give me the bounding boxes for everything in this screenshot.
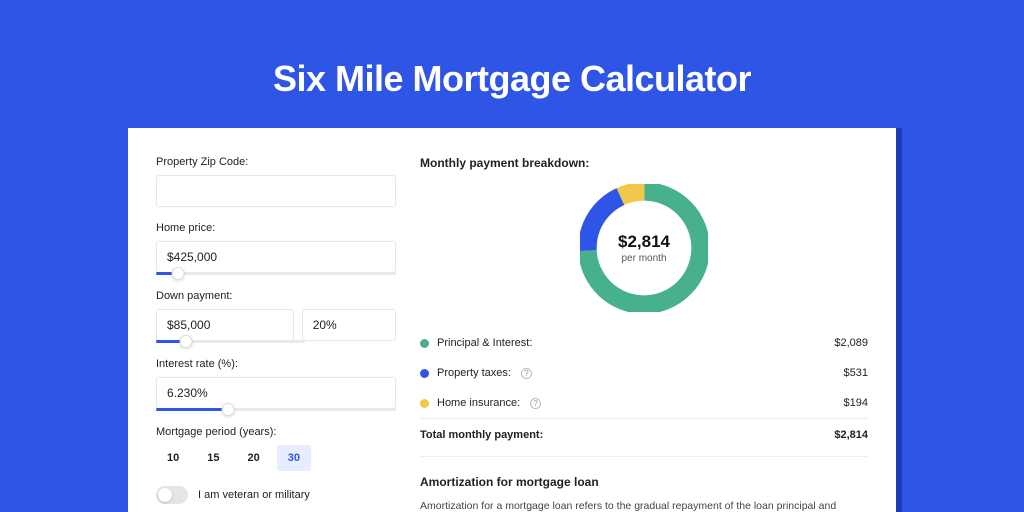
down-slider-thumb[interactable] bbox=[179, 335, 192, 348]
price-field: Home price: bbox=[156, 222, 396, 275]
legend-value: $531 bbox=[844, 367, 868, 379]
legend: Principal & Interest: $2,089 Property taxe… bbox=[420, 328, 868, 418]
breakdown-panel: Monthly payment breakdown: $2,814 per mo… bbox=[420, 156, 868, 512]
zip-label: Property Zip Code: bbox=[156, 156, 396, 168]
legend-value: $194 bbox=[844, 397, 868, 409]
zip-input[interactable] bbox=[156, 175, 396, 207]
amortization-body: Amortization for a mortgage loan refers … bbox=[420, 499, 868, 512]
price-input[interactable] bbox=[156, 241, 396, 273]
legend-dot-icon bbox=[420, 399, 429, 408]
total-row: Total monthly payment: $2,814 bbox=[420, 418, 868, 450]
page-title: Six Mile Mortgage Calculator bbox=[0, 0, 1024, 100]
period-field: Mortgage period (years): 1015 2030 bbox=[156, 426, 396, 471]
period-pill-20[interactable]: 20 bbox=[237, 445, 271, 471]
period-pill-15[interactable]: 15 bbox=[196, 445, 230, 471]
period-pills: 1015 2030 bbox=[156, 445, 396, 471]
donut-wrap: $2,814 per month bbox=[420, 184, 868, 312]
rate-field: Interest rate (%): bbox=[156, 358, 396, 411]
down-field: Down payment: bbox=[156, 290, 396, 343]
info-icon[interactable]: ? bbox=[530, 398, 541, 409]
down-label: Down payment: bbox=[156, 290, 396, 302]
down-slider[interactable] bbox=[156, 340, 305, 343]
rate-slider[interactable] bbox=[156, 408, 396, 411]
price-slider[interactable] bbox=[156, 272, 396, 275]
info-icon[interactable]: ? bbox=[521, 368, 532, 379]
rate-input[interactable] bbox=[156, 377, 396, 409]
legend-value: $2,089 bbox=[834, 337, 868, 349]
legend-row-pi: Principal & Interest: $2,089 bbox=[420, 328, 868, 358]
rate-label: Interest rate (%): bbox=[156, 358, 396, 370]
period-label: Mortgage period (years): bbox=[156, 426, 396, 438]
veteran-label: I am veteran or military bbox=[198, 489, 310, 501]
period-pill-10[interactable]: 10 bbox=[156, 445, 190, 471]
amortization-section: Amortization for mortgage loan Amortizat… bbox=[420, 456, 868, 512]
legend-label: Principal & Interest: bbox=[437, 337, 532, 349]
amortization-title: Amortization for mortgage loan bbox=[420, 475, 868, 489]
donut-amount: $2,814 bbox=[618, 232, 670, 252]
legend-dot-icon bbox=[420, 339, 429, 348]
total-value: $2,814 bbox=[834, 429, 868, 441]
down-amount-input[interactable] bbox=[156, 309, 294, 341]
rate-slider-thumb[interactable] bbox=[222, 403, 235, 416]
price-label: Home price: bbox=[156, 222, 396, 234]
legend-row-tax: Property taxes:? $531 bbox=[420, 358, 868, 388]
donut-center: $2,814 per month bbox=[580, 184, 708, 312]
breakdown-title: Monthly payment breakdown: bbox=[420, 156, 868, 170]
legend-row-ins: Home insurance:? $194 bbox=[420, 388, 868, 418]
down-percent-input[interactable] bbox=[302, 309, 396, 341]
legend-label: Property taxes: bbox=[437, 367, 511, 379]
total-label: Total monthly payment: bbox=[420, 429, 543, 441]
donut-chart: $2,814 per month bbox=[580, 184, 708, 312]
price-slider-thumb[interactable] bbox=[171, 267, 184, 280]
veteran-row: I am veteran or military bbox=[156, 486, 396, 504]
inputs-panel: Property Zip Code: Home price: Down paym… bbox=[156, 156, 396, 512]
calculator-card: Property Zip Code: Home price: Down paym… bbox=[128, 128, 896, 512]
period-pill-30[interactable]: 30 bbox=[277, 445, 311, 471]
legend-dot-icon bbox=[420, 369, 429, 378]
legend-label: Home insurance: bbox=[437, 397, 520, 409]
zip-field: Property Zip Code: bbox=[156, 156, 396, 207]
veteran-toggle[interactable] bbox=[156, 486, 188, 504]
donut-sub: per month bbox=[621, 253, 666, 264]
